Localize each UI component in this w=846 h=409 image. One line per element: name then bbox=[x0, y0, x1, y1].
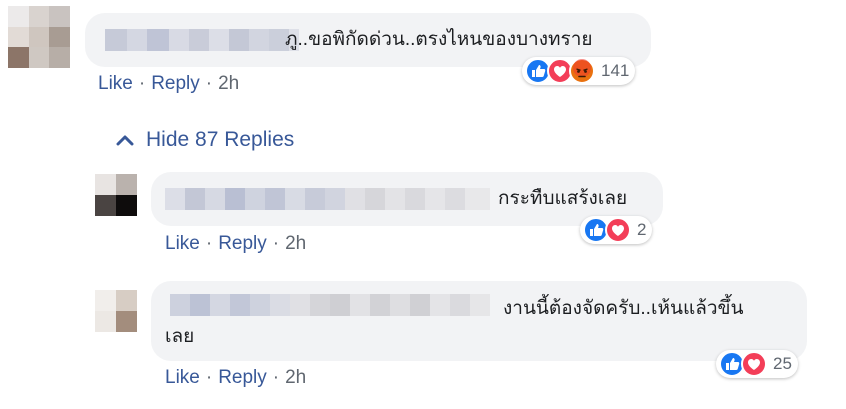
comment-text: ภู..ขอพิกัดด่วน..ตรงไหนของบางทราย bbox=[285, 29, 593, 50]
angry-icon bbox=[569, 58, 595, 84]
reaction-count: 141 bbox=[601, 61, 630, 80]
reactions-summary[interactable]: 141 bbox=[522, 57, 636, 85]
timestamp[interactable]: 2h bbox=[285, 367, 306, 389]
reply-text-line2: เลย bbox=[165, 326, 195, 347]
separator: · bbox=[205, 233, 213, 254]
reply-text: กระทืบแสร้งเลย bbox=[498, 188, 628, 209]
comment-actions: Like · Reply · 2h bbox=[98, 73, 239, 95]
reply-link[interactable]: Reply bbox=[218, 233, 267, 255]
like-link[interactable]: Like bbox=[165, 367, 200, 389]
author-name[interactable] bbox=[165, 188, 490, 210]
reply-text-line1: งานนี้ต้องจัดครับ..เห้นแล้วขึ้น bbox=[503, 298, 744, 319]
separator: · bbox=[138, 73, 146, 94]
separator: · bbox=[205, 73, 213, 94]
chevron-up-icon bbox=[116, 135, 134, 146]
avatar[interactable] bbox=[95, 290, 137, 332]
reaction-count: 2 bbox=[637, 220, 647, 239]
separator: · bbox=[272, 367, 280, 388]
reply-actions: Like · Reply · 2h bbox=[165, 233, 306, 255]
hide-replies-label: Hide 87 Replies bbox=[146, 128, 295, 151]
separator: · bbox=[272, 233, 280, 254]
separator: · bbox=[205, 367, 213, 388]
reaction-count: 25 bbox=[773, 354, 792, 373]
author-name[interactable] bbox=[170, 294, 490, 316]
like-link[interactable]: Like bbox=[165, 233, 200, 255]
like-link[interactable]: Like bbox=[98, 73, 133, 95]
reply-link[interactable]: Reply bbox=[218, 367, 267, 389]
timestamp[interactable]: 2h bbox=[218, 73, 239, 95]
author-name[interactable] bbox=[105, 29, 299, 51]
avatar[interactable] bbox=[95, 174, 137, 216]
reactions-summary[interactable]: 25 bbox=[716, 350, 798, 378]
reply-actions: Like · Reply · 2h bbox=[165, 367, 306, 389]
reactions-summary[interactable]: 2 bbox=[580, 216, 653, 244]
avatar[interactable] bbox=[8, 6, 70, 68]
love-icon bbox=[741, 351, 767, 377]
reply-link[interactable]: Reply bbox=[151, 73, 200, 95]
love-icon bbox=[605, 217, 631, 243]
hide-replies-toggle[interactable]: Hide 87 Replies bbox=[116, 128, 294, 152]
timestamp[interactable]: 2h bbox=[285, 233, 306, 255]
